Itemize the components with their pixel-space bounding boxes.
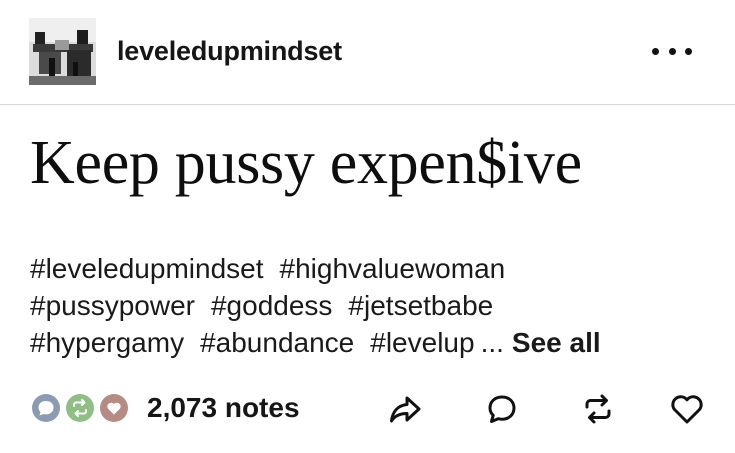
reply-note-icon: [28, 390, 64, 426]
tag-link[interactable]: #jetsetbabe: [348, 290, 493, 321]
post-tags: #leveledupmindset #highvaluewoman #pussyp…: [30, 250, 720, 361]
tag-link[interactable]: #goddess: [211, 290, 332, 321]
reblog-note-icon: [62, 390, 98, 426]
post-footer: 2,073 notes: [28, 384, 718, 430]
reply-icon: [488, 395, 516, 423]
tag-row: #leveledupmindset #highvaluewoman: [30, 250, 720, 287]
notes-count[interactable]: 2,073 notes: [147, 392, 300, 424]
tag-link[interactable]: #abundance: [200, 327, 354, 358]
notes-avatars[interactable]: [28, 390, 136, 426]
more-dot: [668, 47, 676, 55]
tag-row: #pussypower #goddess #jetsetbabe: [30, 287, 720, 324]
tag-row: #hypergamy #abundance #levelup... See all: [30, 324, 720, 361]
tags-ellipsis: ...: [480, 327, 504, 358]
blog-name[interactable]: leveledupmindset: [117, 36, 342, 67]
post-header: leveledupmindset: [0, 0, 735, 105]
reblog-icon: [585, 394, 611, 424]
more-dot: [685, 47, 692, 55]
blog-avatar[interactable]: [29, 18, 96, 85]
more-options-button[interactable]: [652, 36, 692, 66]
reply-button[interactable]: [481, 388, 523, 430]
tag-link[interactable]: #leveledupmindset: [30, 253, 264, 284]
share-button[interactable]: [384, 388, 426, 430]
tag-link[interactable]: #highvaluewoman: [280, 253, 506, 284]
more-horizontal-icon: [652, 47, 659, 55]
share-icon: [390, 396, 421, 423]
like-button[interactable]: [666, 388, 708, 430]
like-note-icon: [96, 390, 132, 426]
post-title: Keep pussy expen$ive: [30, 129, 582, 197]
see-all-tags-link[interactable]: See all: [512, 327, 601, 358]
heart-icon: [671, 395, 703, 424]
tag-link[interactable]: #pussypower: [30, 290, 195, 321]
tag-link[interactable]: #levelup: [370, 327, 474, 358]
tag-link[interactable]: #hypergamy: [30, 327, 184, 358]
reblog-button[interactable]: [577, 388, 619, 430]
